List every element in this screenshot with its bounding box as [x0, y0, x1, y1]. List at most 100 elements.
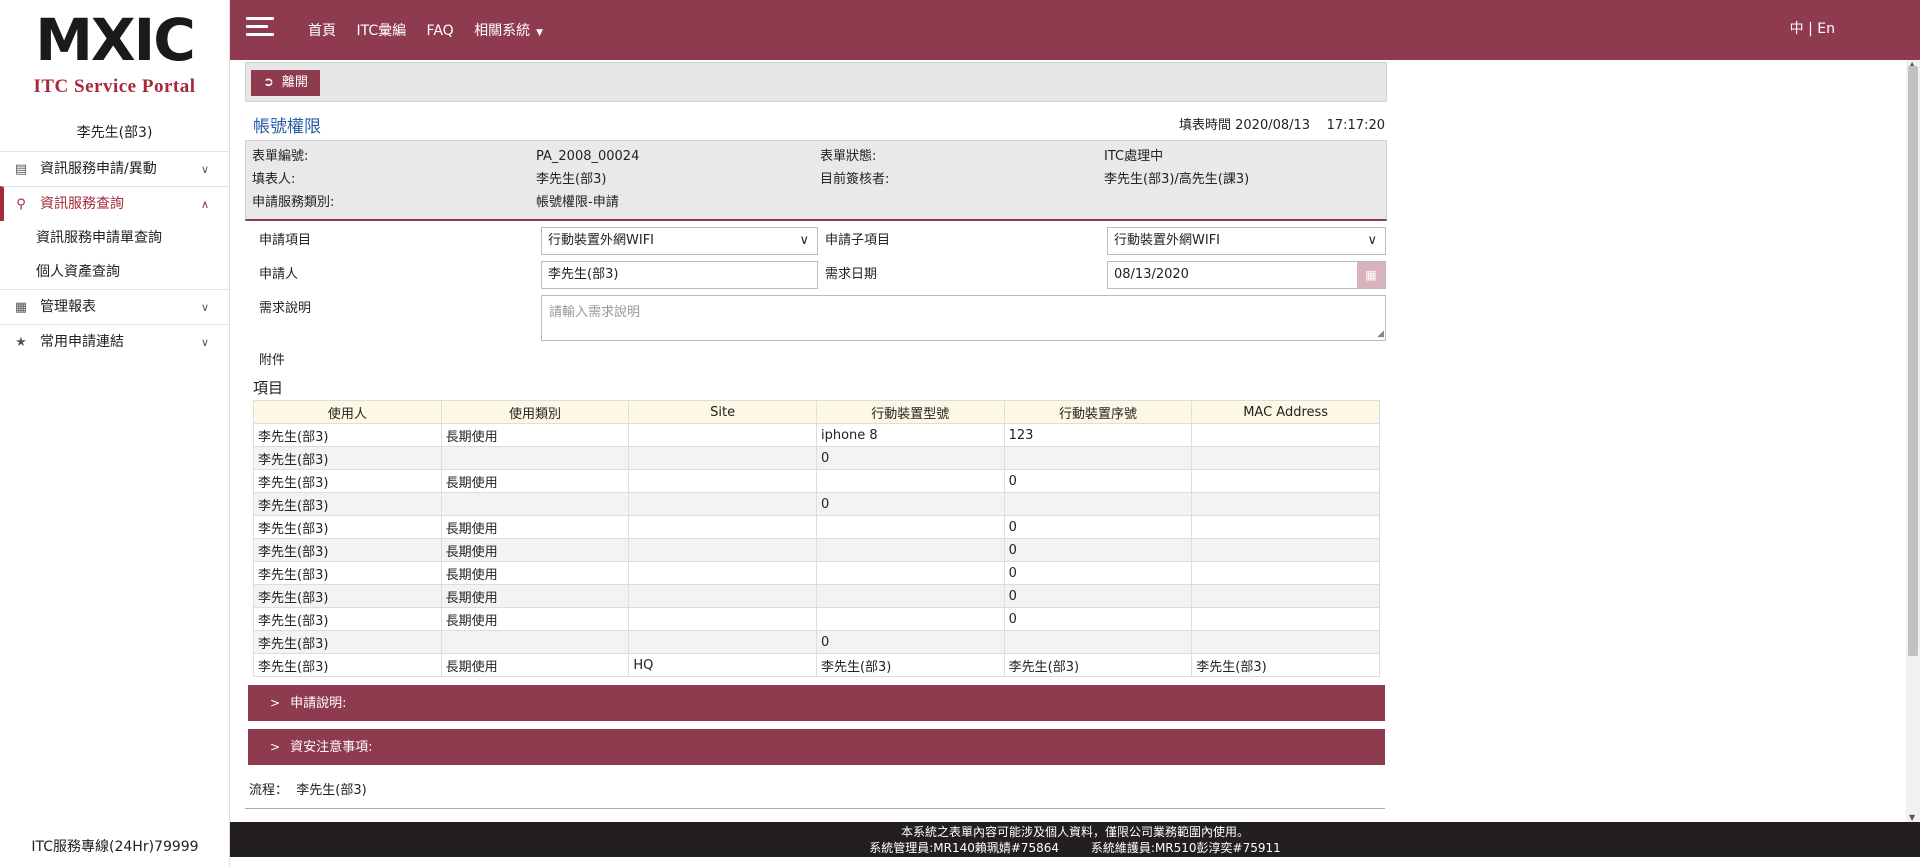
form-status-label: 表單狀態:	[820, 149, 877, 164]
page-title: 帳號權限	[253, 117, 321, 137]
reviewer: 李先生(部3)/高先生(課3)	[1104, 172, 1250, 187]
table-cell: 李先生(部3)	[253, 423, 442, 447]
applicant-input[interactable]: 李先生(部3)	[541, 261, 818, 289]
fill-time: 填表時間 2020/08/13 17:17:20	[1179, 114, 1385, 133]
table-cell: 李先生(部3)	[253, 607, 442, 631]
top-bar: 首頁 ITC彙編 FAQ 相關系統 ▼ 中 | En	[230, 0, 1920, 60]
desc-label: 需求說明	[259, 301, 312, 316]
footer: 本系統之表單內容可能涉及個人資料，僅限公司業務範圍內使用。 系統管理員:MR14…	[230, 822, 1920, 857]
table-cell	[1191, 538, 1380, 562]
subitem-select[interactable]: 行動裝置外網WIFI ∨	[1107, 227, 1386, 255]
mxic-logo[interactable]: MXIC ITC Service Portal	[0, 0, 229, 105]
nav-faq[interactable]: FAQ	[427, 23, 454, 39]
title-row: 帳號權限 填表時間 2020/08/13 17:17:20	[245, 102, 1387, 140]
panel-apply-notes[interactable]: > 申請說明:	[248, 685, 1385, 721]
form-status: ITC處理中	[1104, 149, 1164, 164]
footer-contacts: 系統管理員:MR140賴珮婧#75864 系統維護員:MR510彭淳奕#7591…	[230, 840, 1920, 856]
table-cell: 0	[1003, 469, 1193, 493]
table-cell	[628, 561, 817, 585]
table-cell: 長期使用	[440, 561, 630, 585]
chevron-down-icon: ∨	[1367, 233, 1377, 248]
chevron-down-icon: ∨	[799, 233, 809, 248]
table-cell	[1003, 630, 1193, 654]
nav-home[interactable]: 首頁	[308, 23, 336, 39]
menu-icon[interactable]	[246, 17, 274, 41]
scroll-down-icon[interactable]: ▼	[1909, 813, 1915, 822]
table-cell	[628, 607, 817, 631]
table-cell: 長期使用	[440, 469, 630, 493]
caret-down-icon: ▼	[536, 28, 544, 38]
panel-title: 申請說明:	[290, 696, 347, 711]
footer-admin: 系統管理員:MR140賴珮婧#75864	[869, 841, 1060, 855]
user-name: 李先生(部3)	[76, 125, 153, 141]
nav-itc-compilation[interactable]: ITC彙編	[356, 23, 406, 39]
table-cell	[440, 492, 630, 516]
desc-textarea[interactable]: 請輸入需求說明 ◢	[541, 295, 1386, 341]
table-cell: 李先生(部3)	[1003, 653, 1193, 677]
chevron-right-icon: >	[270, 740, 281, 754]
sidebar: MXIC ITC Service Portal 李先生(部3) ▤ 資訊服務申請/…	[0, 0, 230, 866]
item-select[interactable]: 行動裝置外網WIFI ∨	[541, 227, 818, 255]
filler: 李先生(部3)	[536, 172, 607, 187]
search-icon: ⚲	[16, 197, 26, 212]
star-icon: ★	[15, 335, 27, 350]
document-icon: ▤	[14, 162, 28, 177]
fill-date: 2020/08/13	[1235, 118, 1311, 133]
resize-grip-icon[interactable]: ◢	[1377, 329, 1384, 339]
nav-related-systems[interactable]: 相關系統 ▼	[474, 23, 543, 39]
attachment-label: 附件	[259, 353, 286, 368]
table-cell: 0	[1003, 607, 1193, 631]
table-row: 李先生(部3) 0	[253, 446, 1380, 470]
form-no: PA_2008_00024	[536, 149, 640, 164]
calendar-icon[interactable]: ▦	[1357, 262, 1385, 288]
date-input[interactable]: 08/13/2020 ▦	[1107, 261, 1386, 289]
sidebar-item-links[interactable]: ★ 常用申請連結 ∨	[0, 324, 229, 359]
item-select-value: 行動裝置外網WIFI	[548, 233, 654, 248]
sidebar-item-service-query[interactable]: ⚲ 資訊服務查詢 ∧	[0, 186, 229, 221]
form-no-label: 表單編號:	[252, 149, 309, 164]
scrollbar-thumb[interactable]	[1908, 66, 1918, 656]
table-cell: 長期使用	[440, 515, 630, 539]
table-cell	[1191, 492, 1380, 516]
table-cell: 0	[815, 446, 1005, 470]
sidebar-item-label: 資訊服務申請/異動	[40, 161, 157, 177]
sign-out-icon: ➲	[263, 75, 274, 90]
table-cell	[628, 423, 817, 447]
table-cell	[815, 607, 1005, 631]
language-switch[interactable]: 中 | En	[1790, 18, 1835, 38]
panel-security-notes[interactable]: > 資安注意事項:	[248, 729, 1385, 765]
scrollbar[interactable]: ▲ ▼	[1906, 60, 1920, 822]
table-row: 李先生(部3) 長期使用 HQ 李先生(部3) 李先生(部3) 李先生(部3)	[253, 653, 1380, 677]
top-nav: 首頁 ITC彙編 FAQ 相關系統 ▼	[308, 20, 559, 40]
date-value: 08/13/2020	[1114, 267, 1189, 282]
table-cell	[1003, 492, 1193, 516]
filler-label: 填表人:	[252, 172, 296, 187]
chevron-down-icon: ∨	[200, 301, 209, 314]
leave-label: 離開	[281, 75, 308, 90]
items-table: 使用人 使用類別 Site 行動裝置型號 行動裝置序號 MAC Address …	[253, 400, 1380, 677]
table-cell: 0	[1003, 584, 1193, 608]
col-user: 使用人	[253, 400, 442, 424]
col-usage-type: 使用類別	[440, 400, 630, 424]
table-cell	[440, 630, 630, 654]
leave-button[interactable]: ➲ 離開	[251, 70, 320, 96]
table-cell	[815, 515, 1005, 539]
table-cell	[815, 538, 1005, 562]
sidebar-subitem-asset-query[interactable]: 個人資產查詢	[0, 255, 229, 289]
sidebar-item-label: 常用申請連結	[40, 334, 124, 350]
table-row: 李先生(部3) 0	[253, 630, 1380, 654]
table-cell	[1191, 423, 1380, 447]
table-cell	[815, 561, 1005, 585]
sidebar-item-reports[interactable]: ▦ 管理報表 ∨	[0, 289, 229, 324]
table-row: 李先生(部3) 長期使用 0	[253, 584, 1380, 608]
category: 帳號權限-申請	[536, 195, 619, 210]
form-info-box: 表單編號: PA_2008_00024 表單狀態: ITC處理中 填表人: 李先…	[245, 140, 1387, 221]
table-cell	[1191, 607, 1380, 631]
fill-time-value: 17:17:20	[1326, 118, 1385, 133]
items-body: 李先生(部3) 長期使用 iphone 8 123 李先生(部3) 0 李先生(部3) 長期使…	[253, 423, 1380, 677]
sidebar-item-service-apply[interactable]: ▤ 資訊服務申請/異動 ∨	[0, 151, 229, 186]
table-row: 李先生(部3) 長期使用 0	[253, 607, 1380, 631]
col-device-serial: 行動裝置序號	[1003, 400, 1193, 424]
sidebar-subitem-form-query[interactable]: 資訊服務申請單查詢	[0, 221, 229, 255]
portal-title: ITC Service Portal	[33, 76, 196, 97]
